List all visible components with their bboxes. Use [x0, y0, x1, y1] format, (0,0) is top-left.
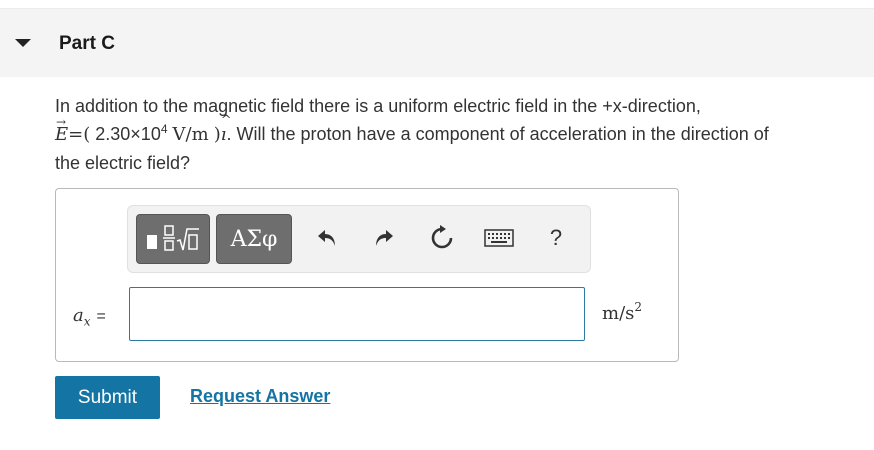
keyboard-button[interactable] — [483, 222, 515, 254]
reset-icon — [431, 225, 453, 249]
field-value: 2.30×104 — [95, 122, 168, 144]
redo-icon — [376, 230, 393, 246]
question-line-3: the electric field? — [55, 153, 191, 173]
undo-icon — [318, 230, 335, 246]
submit-button[interactable]: Submit — [55, 376, 160, 419]
redo-button[interactable] — [368, 222, 400, 254]
undo-button[interactable] — [311, 222, 343, 254]
reset-button[interactable] — [426, 222, 458, 254]
answer-input[interactable] — [129, 287, 585, 341]
keyboard-icon — [484, 229, 514, 247]
close-paren: ) — [213, 124, 221, 145]
help-button[interactable]: ? — [540, 222, 572, 254]
question-line-1: In addition to the magnetic field there … — [55, 96, 701, 116]
math-toolbar: ΑΣφ ? — [127, 205, 591, 273]
question-text: In addition to the magnetic field there … — [55, 92, 870, 177]
field-units: V/m — [172, 124, 209, 145]
part-title: Part C — [59, 33, 115, 54]
answer-box: ΑΣφ ? ax = m/s2 — [55, 188, 679, 362]
fraction-radical-icon — [147, 225, 199, 251]
unit-vector-i: ^ ı — [220, 113, 232, 145]
answer-variable-label: ax = — [73, 305, 106, 329]
templates-button[interactable] — [136, 214, 210, 264]
symbols-button[interactable]: ΑΣφ — [216, 214, 292, 264]
request-answer-link[interactable]: Request Answer — [190, 386, 330, 407]
part-header: Part C — [0, 8, 874, 77]
question-line-2: . Will the proton have a component of ac… — [226, 124, 769, 144]
equals-paren: =( — [68, 124, 91, 145]
answer-units: m/s2 — [602, 300, 643, 324]
collapse-caret-icon[interactable] — [15, 39, 31, 47]
field-symbol: → E — [55, 115, 69, 145]
